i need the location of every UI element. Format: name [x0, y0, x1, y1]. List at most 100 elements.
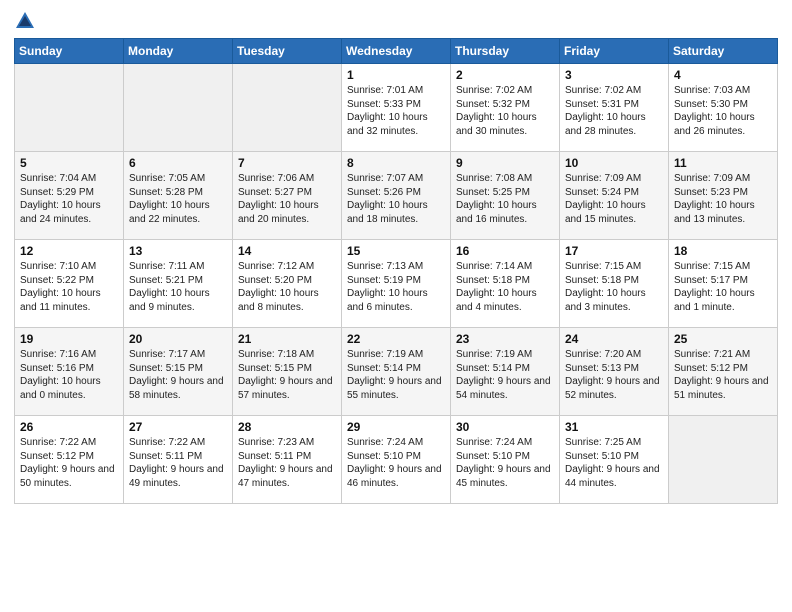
day-info: Sunrise: 7:09 AM Sunset: 5:24 PM Dayligh… [565, 172, 663, 226]
weekday-header-row: SundayMondayTuesdayWednesdayThursdayFrid… [15, 39, 778, 64]
day-cell: 13 Sunrise: 7:11 AM Sunset: 5:21 PM Dayli… [124, 240, 233, 328]
day-info: Sunrise: 7:21 AM Sunset: 5:12 PM Dayligh… [674, 348, 772, 402]
day-cell: 9Sunrise: 7:08 AM Sunset: 5:25 PM Daylig… [451, 152, 560, 240]
day-number: 20 [129, 332, 227, 346]
day-info: Sunrise: 7:19 AM Sunset: 5:14 PM Dayligh… [456, 348, 554, 402]
weekday-header-sunday: Sunday [15, 39, 124, 64]
day-cell: 27 Sunrise: 7:22 AM Sunset: 5:11 PM Dayli… [124, 416, 233, 504]
weekday-header-tuesday: Tuesday [233, 39, 342, 64]
day-info: Sunrise: 7:04 AM Sunset: 5:29 PM Dayligh… [20, 172, 118, 226]
day-info: Sunrise: 7:08 AM Sunset: 5:25 PM Dayligh… [456, 172, 554, 226]
week-row-4: 19 Sunrise: 7:16 AM Sunset: 5:16 PM Dayli… [15, 328, 778, 416]
day-number: 28 [238, 420, 336, 434]
day-info: Sunrise: 7:22 AM Sunset: 5:12 PM Dayligh… [20, 436, 118, 490]
day-cell [124, 64, 233, 152]
day-cell: 15Sunrise: 7:13 AM Sunset: 5:19 PM Dayli… [342, 240, 451, 328]
weekday-header-wednesday: Wednesday [342, 39, 451, 64]
week-row-5: 26 Sunrise: 7:22 AM Sunset: 5:12 PM Dayli… [15, 416, 778, 504]
day-cell: 10 Sunrise: 7:09 AM Sunset: 5:24 PM Dayli… [560, 152, 669, 240]
day-info: Sunrise: 7:15 AM Sunset: 5:18 PM Dayligh… [565, 260, 663, 314]
day-info: Sunrise: 7:01 AM Sunset: 5:33 PM Dayligh… [347, 84, 445, 138]
day-number: 25 [674, 332, 772, 346]
day-number: 31 [565, 420, 663, 434]
day-cell [15, 64, 124, 152]
day-number: 22 [347, 332, 445, 346]
day-info: Sunrise: 7:25 AM Sunset: 5:10 PM Dayligh… [565, 436, 663, 490]
day-cell: 19 Sunrise: 7:16 AM Sunset: 5:16 PM Dayli… [15, 328, 124, 416]
logo-icon [14, 10, 36, 32]
day-cell: 26 Sunrise: 7:22 AM Sunset: 5:12 PM Dayli… [15, 416, 124, 504]
day-cell: 16Sunrise: 7:14 AM Sunset: 5:18 PM Dayli… [451, 240, 560, 328]
day-info: Sunrise: 7:18 AM Sunset: 5:15 PM Dayligh… [238, 348, 336, 402]
day-number: 12 [20, 244, 118, 258]
day-number: 18 [674, 244, 772, 258]
day-cell [233, 64, 342, 152]
day-number: 13 [129, 244, 227, 258]
day-info: Sunrise: 7:05 AM Sunset: 5:28 PM Dayligh… [129, 172, 227, 226]
day-number: 21 [238, 332, 336, 346]
week-row-1: 1Sunrise: 7:01 AM Sunset: 5:33 PM Daylig… [15, 64, 778, 152]
day-cell: 20 Sunrise: 7:17 AM Sunset: 5:15 PM Dayli… [124, 328, 233, 416]
weekday-header-thursday: Thursday [451, 39, 560, 64]
day-info: Sunrise: 7:12 AM Sunset: 5:20 PM Dayligh… [238, 260, 336, 314]
day-cell: 29 Sunrise: 7:24 AM Sunset: 5:10 PM Dayli… [342, 416, 451, 504]
day-info: Sunrise: 7:15 AM Sunset: 5:17 PM Dayligh… [674, 260, 772, 314]
day-info: Sunrise: 7:16 AM Sunset: 5:16 PM Dayligh… [20, 348, 118, 402]
day-cell: 8 Sunrise: 7:07 AM Sunset: 5:26 PM Daylig… [342, 152, 451, 240]
page: SundayMondayTuesdayWednesdayThursdayFrid… [0, 0, 792, 612]
day-info: Sunrise: 7:11 AM Sunset: 5:21 PM Dayligh… [129, 260, 227, 314]
day-number: 8 [347, 156, 445, 170]
day-cell: 18 Sunrise: 7:15 AM Sunset: 5:17 PM Dayli… [669, 240, 778, 328]
weekday-header-saturday: Saturday [669, 39, 778, 64]
day-info: Sunrise: 7:03 AM Sunset: 5:30 PM Dayligh… [674, 84, 772, 138]
day-cell: 12 Sunrise: 7:10 AM Sunset: 5:22 PM Dayli… [15, 240, 124, 328]
week-row-2: 5 Sunrise: 7:04 AM Sunset: 5:29 PM Daylig… [15, 152, 778, 240]
day-info: Sunrise: 7:10 AM Sunset: 5:22 PM Dayligh… [20, 260, 118, 314]
day-info: Sunrise: 7:13 AM Sunset: 5:19 PM Dayligh… [347, 260, 445, 314]
day-number: 10 [565, 156, 663, 170]
day-info: Sunrise: 7:14 AM Sunset: 5:18 PM Dayligh… [456, 260, 554, 314]
weekday-header-friday: Friday [560, 39, 669, 64]
day-cell: 7Sunrise: 7:06 AM Sunset: 5:27 PM Daylig… [233, 152, 342, 240]
day-number: 7 [238, 156, 336, 170]
day-info: Sunrise: 7:24 AM Sunset: 5:10 PM Dayligh… [347, 436, 445, 490]
day-cell: 3 Sunrise: 7:02 AM Sunset: 5:31 PM Daylig… [560, 64, 669, 152]
day-number: 14 [238, 244, 336, 258]
day-cell: 22Sunrise: 7:19 AM Sunset: 5:14 PM Dayli… [342, 328, 451, 416]
day-number: 4 [674, 68, 772, 82]
day-cell: 31 Sunrise: 7:25 AM Sunset: 5:10 PM Dayli… [560, 416, 669, 504]
day-info: Sunrise: 7:02 AM Sunset: 5:32 PM Dayligh… [456, 84, 554, 138]
day-cell: 6 Sunrise: 7:05 AM Sunset: 5:28 PM Daylig… [124, 152, 233, 240]
day-number: 2 [456, 68, 554, 82]
day-info: Sunrise: 7:17 AM Sunset: 5:15 PM Dayligh… [129, 348, 227, 402]
header [14, 10, 778, 32]
day-info: Sunrise: 7:09 AM Sunset: 5:23 PM Dayligh… [674, 172, 772, 226]
day-number: 29 [347, 420, 445, 434]
day-number: 23 [456, 332, 554, 346]
day-info: Sunrise: 7:22 AM Sunset: 5:11 PM Dayligh… [129, 436, 227, 490]
day-cell: 21 Sunrise: 7:18 AM Sunset: 5:15 PM Dayli… [233, 328, 342, 416]
day-number: 3 [565, 68, 663, 82]
day-number: 5 [20, 156, 118, 170]
day-info: Sunrise: 7:23 AM Sunset: 5:11 PM Dayligh… [238, 436, 336, 490]
day-cell: 25 Sunrise: 7:21 AM Sunset: 5:12 PM Dayli… [669, 328, 778, 416]
day-info: Sunrise: 7:24 AM Sunset: 5:10 PM Dayligh… [456, 436, 554, 490]
weekday-header-monday: Monday [124, 39, 233, 64]
day-cell: 24Sunrise: 7:20 AM Sunset: 5:13 PM Dayli… [560, 328, 669, 416]
day-number: 17 [565, 244, 663, 258]
day-cell: 30 Sunrise: 7:24 AM Sunset: 5:10 PM Dayli… [451, 416, 560, 504]
day-info: Sunrise: 7:02 AM Sunset: 5:31 PM Dayligh… [565, 84, 663, 138]
logo [14, 10, 40, 32]
day-cell: 23 Sunrise: 7:19 AM Sunset: 5:14 PM Dayli… [451, 328, 560, 416]
day-cell: 4 Sunrise: 7:03 AM Sunset: 5:30 PM Daylig… [669, 64, 778, 152]
day-number: 30 [456, 420, 554, 434]
day-info: Sunrise: 7:07 AM Sunset: 5:26 PM Dayligh… [347, 172, 445, 226]
day-number: 26 [20, 420, 118, 434]
day-number: 27 [129, 420, 227, 434]
day-number: 6 [129, 156, 227, 170]
day-cell: 28 Sunrise: 7:23 AM Sunset: 5:11 PM Dayli… [233, 416, 342, 504]
day-number: 19 [20, 332, 118, 346]
day-cell [669, 416, 778, 504]
day-cell: 17 Sunrise: 7:15 AM Sunset: 5:18 PM Dayli… [560, 240, 669, 328]
day-cell: 2 Sunrise: 7:02 AM Sunset: 5:32 PM Daylig… [451, 64, 560, 152]
